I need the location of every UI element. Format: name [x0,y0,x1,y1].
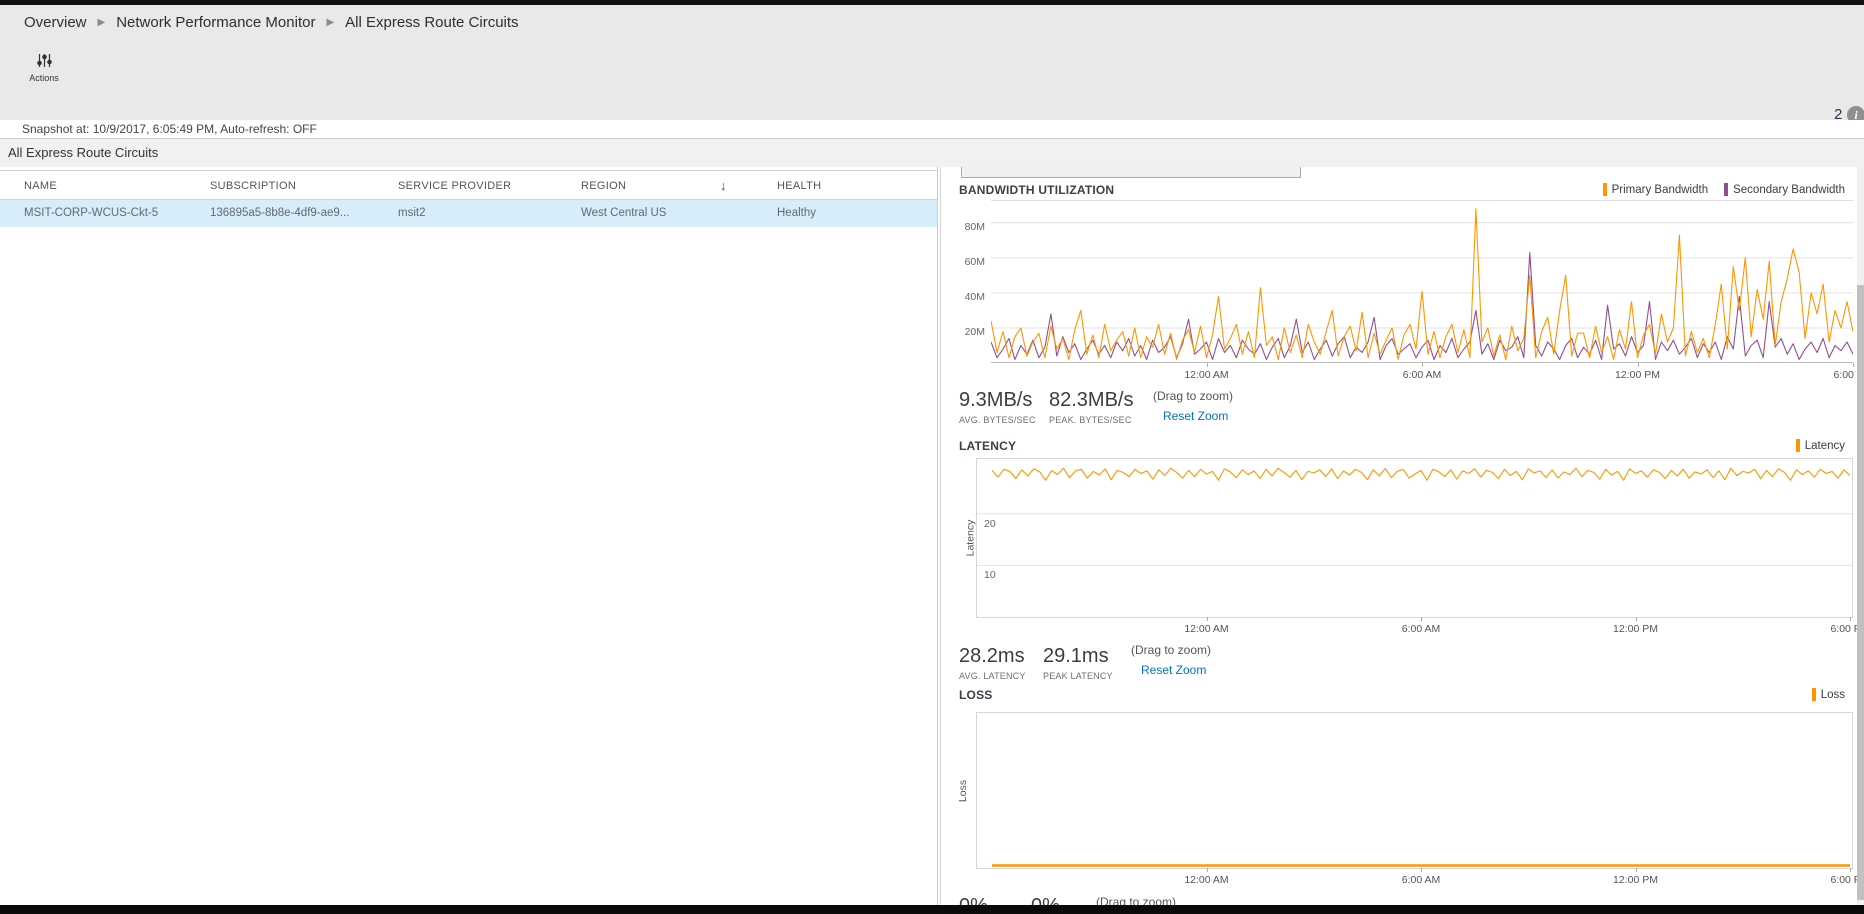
x-axis-tick [1207,363,1208,367]
sort-descending-icon[interactable]: ↓ [720,171,727,201]
column-header-region[interactable]: REGION [581,171,626,201]
legend-item-latency: Latency [1796,439,1845,452]
y-axis-title: Latency [964,520,976,557]
latency-section-title: LATENCY [959,439,1016,453]
x-axis-label: 6:00 AM [1402,874,1441,886]
loss-chart[interactable]: 12:00 AM6:00 AM12:00 PM6:00 PMLoss [976,712,1853,869]
legend-item-loss: Loss [1812,688,1845,701]
avg-latency-value: 28.2ms [959,645,1025,668]
x-axis-label: 12:00 AM [1184,874,1228,886]
y-axis-label: 40M [953,291,985,303]
page-title: All Express Route Circuits [0,139,1864,167]
y-axis-label: 20 [984,518,996,530]
circuits-table: NAME SUBSCRIPTION SERVICE PROVIDER REGIO… [0,167,938,905]
breadcrumb-overview[interactable]: Overview [24,14,87,31]
breadcrumb: Overview ▶ Network Performance Monitor ▶… [0,5,1864,40]
table-header-row: NAME SUBSCRIPTION SERVICE PROVIDER REGIO… [0,170,937,200]
x-axis-tick [1422,363,1423,367]
x-axis-label: 6:00 PM [1830,874,1857,886]
sliders-icon [18,52,70,69]
column-header-health[interactable]: HEALTH [777,171,821,201]
x-axis-tick [1638,363,1639,367]
breadcrumb-npm[interactable]: Network Performance Monitor [116,14,315,31]
table-row[interactable]: MSIT-CORP-WCUS-Ckt-5 136895a5-8b8e-4df9-… [0,200,937,227]
legend-label: Primary Bandwidth [1612,184,1709,196]
app-window: Overview ▶ Network Performance Monitor ▶… [0,0,1864,914]
reset-zoom-link[interactable]: Reset Zoom [1163,409,1228,423]
peak-latency-label: PEAK LATENCY [1043,671,1113,681]
legend-label: Loss [1821,689,1845,701]
metrics-panel: BANDWIDTH UTILIZATION Primary Bandwidth … [940,167,1857,905]
x-axis-label: 6:00 PM [1833,369,1857,381]
chevron-right-icon: ▶ [98,17,106,28]
x-axis-tick [1636,868,1637,872]
cell-name: MSIT-CORP-WCUS-Ckt-5 [24,200,158,227]
x-axis-tick [1850,617,1851,621]
bandwidth-chart[interactable]: 20M40M60M80M12:00 AM6:00 AM12:00 PM6:00 … [991,200,1853,363]
peak-loss-value: 0% [1031,895,1060,905]
x-axis-tick [1853,363,1854,367]
x-axis-tick [1207,868,1208,872]
x-axis-tick [1850,868,1851,872]
legend-label: Latency [1805,440,1845,452]
actions-button[interactable]: Actions [18,52,70,83]
cell-region: West Central US [581,200,666,227]
drag-to-zoom-hint: (Drag to zoom) [1153,389,1233,403]
x-axis-label: 6:00 PM [1830,623,1857,635]
peak-bytes-value: 82.3MB/s [1049,389,1133,412]
x-axis-label: 12:00 AM [1184,623,1228,635]
x-axis-label: 12:00 PM [1613,874,1658,886]
x-axis-tick [1207,617,1208,621]
legend-label: Secondary Bandwidth [1733,184,1845,196]
actions-label: Actions [18,73,70,83]
legend-item-primary: Primary Bandwidth [1603,183,1709,196]
latency-legend: Latency [1796,439,1845,452]
time-selector-clipped[interactable] [961,167,1301,178]
loss-section-title: LOSS [959,688,992,702]
x-axis-label: 12:00 PM [1613,623,1658,635]
avg-bytes-value: 9.3MB/s [959,389,1032,412]
reset-zoom-link[interactable]: Reset Zoom [1141,663,1206,677]
y-axis-label: 80M [953,221,985,233]
x-axis-label: 12:00 PM [1615,369,1660,381]
peak-latency-value: 29.1ms [1043,645,1109,668]
scrollbar-thumb[interactable] [1857,285,1864,900]
legend-item-secondary: Secondary Bandwidth [1724,183,1845,196]
x-axis-label: 6:00 AM [1402,623,1441,635]
avg-latency-label: AVG. LATENCY [959,671,1026,681]
bandwidth-legend: Primary Bandwidth Secondary Bandwidth [1603,183,1845,196]
avg-loss-value: 0% [959,895,988,905]
y-axis-label: 60M [953,256,985,268]
drag-to-zoom-hint: (Drag to zoom) [1096,895,1176,905]
x-axis-tick [1421,868,1422,872]
peak-bytes-label: PEAK. BYTES/SEC [1049,415,1132,425]
loss-swatch-icon [1812,688,1816,701]
toolbar: Actions 2 i [0,40,1864,120]
x-axis-tick [1421,617,1422,621]
window-bottom-edge [0,905,1864,914]
bandwidth-section-title: BANDWIDTH UTILIZATION [959,183,1114,197]
column-header-name[interactable]: NAME [24,171,57,201]
secondary-swatch-icon [1724,183,1728,196]
cell-health: Healthy [777,200,816,227]
x-axis-label: 6:00 AM [1403,369,1442,381]
loss-legend: Loss [1812,688,1845,701]
y-axis-label: 10 [984,569,996,581]
avg-bytes-label: AVG. BYTES/SEC [959,415,1036,425]
drag-to-zoom-hint: (Drag to zoom) [1131,643,1211,657]
latency-chart[interactable]: 201012:00 AM6:00 AM12:00 PM6:00 PMLatenc… [976,458,1853,618]
cell-service-provider: msit2 [398,200,425,227]
primary-swatch-icon [1603,183,1607,196]
cell-subscription: 136895a5-8b8e-4df9-ae9... [210,200,349,227]
chevron-right-icon: ▶ [326,17,334,28]
x-axis-tick [1636,617,1637,621]
x-axis-label: 12:00 AM [1184,369,1228,381]
y-axis-title: Loss [957,779,969,801]
y-axis-label: 20M [953,326,985,338]
column-header-subscription[interactable]: SUBSCRIPTION [210,171,296,201]
column-header-service-provider[interactable]: SERVICE PROVIDER [398,171,511,201]
snapshot-status: Snapshot at: 10/9/2017, 6:05:49 PM, Auto… [0,120,1864,139]
latency-swatch-icon [1796,439,1800,452]
breadcrumb-circuits[interactable]: All Express Route Circuits [345,14,518,31]
